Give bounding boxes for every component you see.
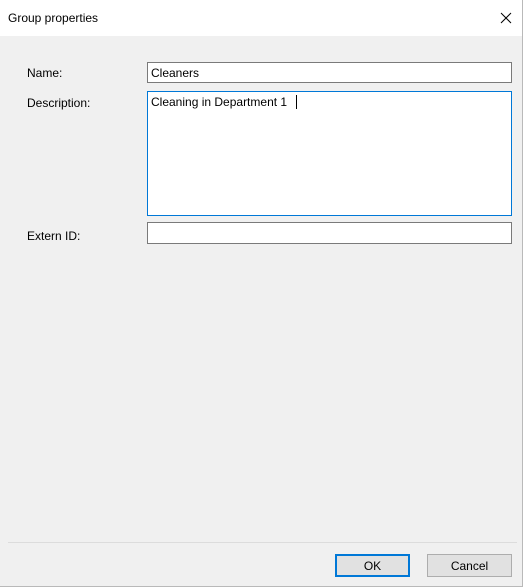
name-input[interactable] [147,62,512,83]
extern-id-input[interactable] [147,222,512,244]
text-caret [296,95,297,109]
close-button[interactable] [490,0,522,36]
extern-id-label: Extern ID: [27,229,81,243]
description-textarea[interactable]: Cleaning in Department 1 [147,91,512,216]
close-icon [500,12,512,24]
title-bar[interactable]: Group properties [0,0,522,36]
button-divider [8,542,517,543]
group-properties-dialog: Group properties Name: Description: Clea… [0,0,523,587]
cancel-button[interactable]: Cancel [427,554,512,577]
name-label: Name: [27,66,63,80]
description-label: Description: [27,96,91,110]
dialog-title: Group properties [8,11,99,25]
ok-button[interactable]: OK [335,554,410,577]
